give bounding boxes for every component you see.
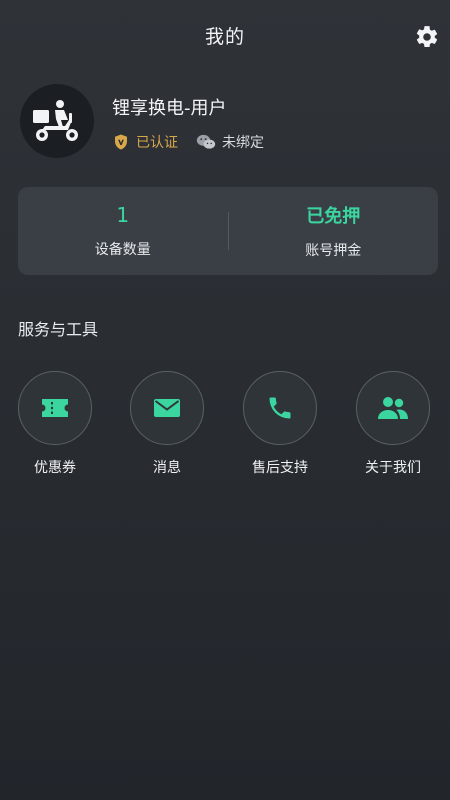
wechat-bind-badge[interactable]: 未绑定 — [196, 132, 264, 152]
coupon-label: 优惠券 — [34, 460, 76, 476]
gear-icon — [416, 26, 438, 48]
avatar[interactable] — [20, 84, 94, 158]
services-title: 服务与工具 — [18, 320, 99, 339]
device-count-value: 1 — [116, 203, 130, 227]
settings-button[interactable] — [414, 24, 440, 50]
coupon-button[interactable]: 优惠券 — [10, 371, 100, 477]
deposit-value: 已免押 — [306, 206, 361, 227]
verified-badge: 已认证 — [112, 132, 178, 152]
wechat-icon — [196, 134, 216, 149]
wechat-label: 未绑定 — [222, 135, 264, 151]
verified-shield-icon — [115, 134, 127, 150]
about-us-icon-circle — [356, 371, 430, 445]
deposit-label: 账号押金 — [305, 243, 362, 259]
messages-button[interactable]: 消息 — [122, 371, 212, 477]
coupon-icon-circle — [18, 371, 92, 445]
device-count-stat[interactable]: 1 设备数量 — [18, 203, 228, 259]
user-name: 锂享换电-用户 — [112, 98, 227, 119]
messages-icon-circle — [130, 371, 204, 445]
after-sales-icon-circle — [243, 371, 317, 445]
after-sales-label: 售后支持 — [252, 460, 308, 476]
header: 我的 — [0, 0, 450, 70]
services-grid: 优惠券 消息 售后支持 关于我们 — [0, 371, 450, 481]
about-us-label: 关于我们 — [365, 460, 421, 476]
profile-section[interactable]: 锂享换电-用户 已认证 未绑定 — [20, 84, 430, 164]
after-sales-button[interactable]: 售后支持 — [235, 371, 325, 477]
messages-label: 消息 — [153, 460, 181, 476]
coupon-icon — [42, 399, 68, 417]
device-count-label: 设备数量 — [94, 242, 151, 258]
stats-card: 1 设备数量 已免押 账号押金 — [18, 187, 438, 275]
deposit-stat[interactable]: 已免押 账号押金 — [229, 202, 439, 260]
mail-icon — [154, 399, 180, 417]
verified-label: 已认证 — [136, 135, 178, 151]
people-icon — [378, 397, 408, 419]
status-badges: 已认证 未绑定 — [112, 132, 264, 152]
phone-icon — [269, 397, 291, 419]
scooter-rider-icon — [33, 100, 78, 141]
page-title: 我的 — [204, 26, 245, 48]
about-us-button[interactable]: 关于我们 — [348, 371, 438, 477]
